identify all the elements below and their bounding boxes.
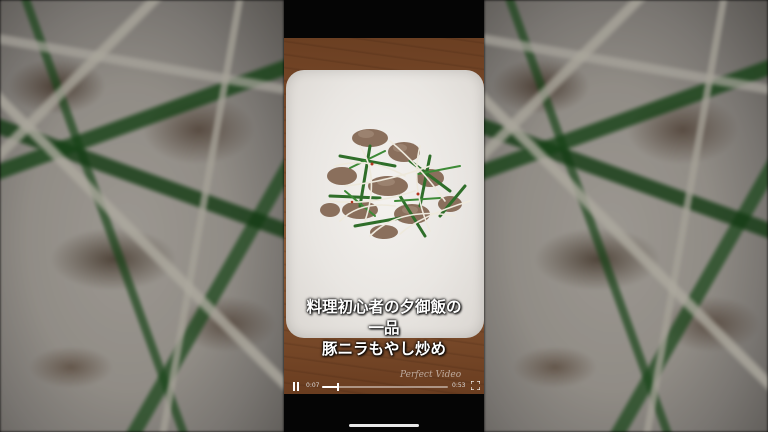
food-photo: [320, 129, 471, 239]
seek-progress: [322, 386, 339, 388]
current-time: 0:07: [306, 382, 320, 389]
video-caption: 料理初心者の夕御飯の 一品 豚ニラもやし炒め: [284, 297, 484, 360]
video-player[interactable]: 料理初心者の夕御飯の 一品 豚ニラもやし炒め Perfect Video 0:0…: [284, 0, 484, 432]
player-controls: 0:07 0:53: [284, 376, 484, 394]
caption-line-1: 料理初心者の夕御飯の: [306, 298, 462, 316]
caption-line-2: 一品: [368, 319, 400, 337]
home-indicator[interactable]: [349, 424, 419, 427]
background-blur-right: [484, 0, 768, 432]
background-blur-left: [0, 0, 284, 432]
caption-line-3: 豚ニラもやし炒め: [321, 340, 446, 358]
pause-icon[interactable]: [293, 382, 300, 391]
total-time: 0:53: [452, 382, 466, 389]
seek-thumb[interactable]: [337, 383, 340, 391]
seek-bar[interactable]: [322, 383, 448, 391]
fullscreen-icon[interactable]: [471, 381, 480, 390]
